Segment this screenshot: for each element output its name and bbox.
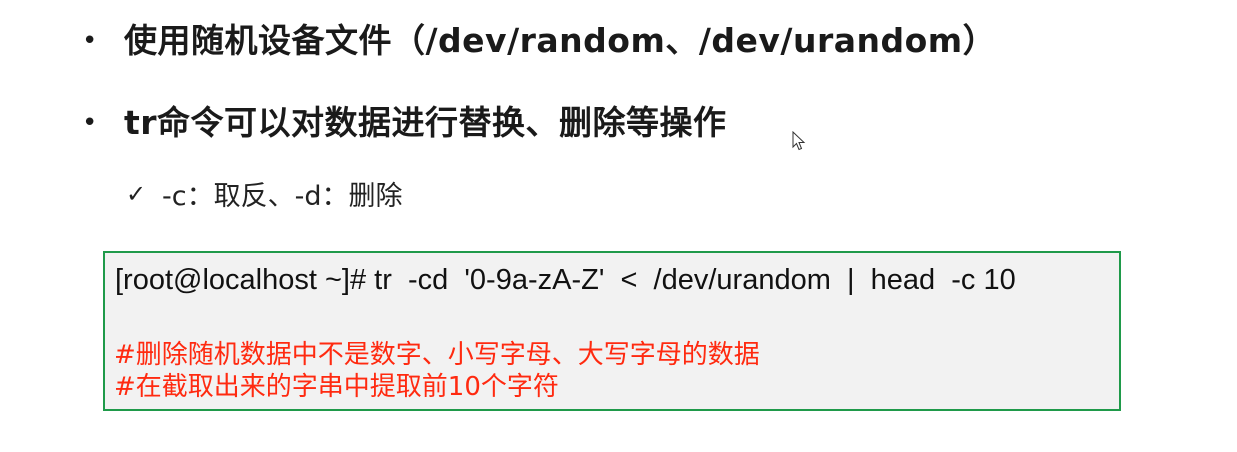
bullet-item-tr-command: • tr命令可以对数据进行替换、删除等操作 <box>82 106 727 139</box>
bullet-marker: • <box>82 25 98 56</box>
mouse-pointer-icon <box>792 131 806 151</box>
sub-item-options: ✓ -c：取反、-d：删除 <box>126 174 402 213</box>
command-line: [root@localhost ~]# tr -cd '0-9a-zA-Z' <… <box>115 264 1016 296</box>
check-icon: ✓ <box>126 179 147 208</box>
bullet-text: tr命令可以对数据进行替换、删除等操作 <box>124 103 727 142</box>
code-example-box: [root@localhost ~]# tr -cd '0-9a-zA-Z' <… <box>103 251 1121 411</box>
comment-line: #在截取出来的字串中提取前10个字符 <box>114 372 559 402</box>
bullet-item-random-device: • 使用随机设备文件（/dev/random、/dev/urandom） <box>82 24 996 57</box>
bullet-text: 使用随机设备文件（/dev/random、/dev/urandom） <box>124 21 997 60</box>
sub-item-text: -c：取反、-d：删除 <box>162 181 403 212</box>
bullet-marker: • <box>82 107 98 138</box>
comment-line: #删除随机数据中不是数字、小写字母、大写字母的数据 <box>114 340 760 370</box>
